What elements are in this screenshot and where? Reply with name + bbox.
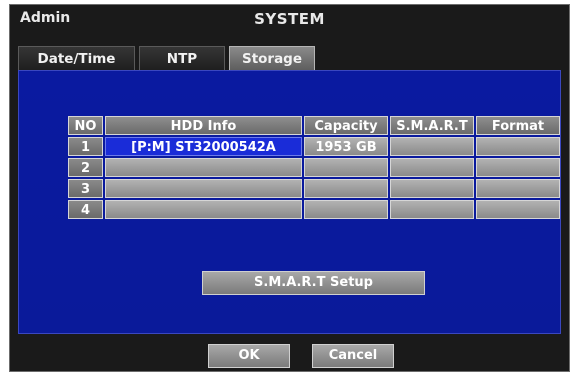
row-number: 2 — [68, 158, 103, 177]
format-cell[interactable] — [476, 200, 560, 219]
column-header-hdd-info: HDD Info — [105, 116, 302, 135]
format-cell[interactable] — [476, 158, 560, 177]
column-header-smart: S.M.A.R.T — [390, 116, 474, 135]
cancel-button[interactable]: Cancel — [312, 344, 394, 368]
tab-storage[interactable]: Storage — [229, 46, 315, 70]
hdd-info-cell[interactable] — [105, 200, 302, 219]
format-cell[interactable] — [476, 137, 560, 156]
hdd-info-cell[interactable] — [105, 158, 302, 177]
system-window: Admin SYSTEM Date/Time NTP Storage NO HD… — [9, 4, 570, 372]
smart-cell[interactable] — [390, 137, 474, 156]
smart-cell[interactable] — [390, 179, 474, 198]
smart-setup-button[interactable]: S.M.A.R.T Setup — [202, 271, 425, 295]
tab-date-time[interactable]: Date/Time — [18, 46, 135, 70]
title-bar: Admin SYSTEM — [10, 5, 569, 35]
row-number: 4 — [68, 200, 103, 219]
storage-panel: NO HDD Info Capacity S.M.A.R.T Format 1 … — [18, 70, 561, 334]
row-number: 1 — [68, 137, 103, 156]
smart-cell[interactable] — [390, 158, 474, 177]
ok-button[interactable]: OK — [208, 344, 290, 368]
capacity-cell — [304, 200, 388, 219]
capacity-cell — [304, 158, 388, 177]
column-header-format: Format — [476, 116, 560, 135]
column-header-capacity: Capacity — [304, 116, 388, 135]
column-header-no: NO — [68, 116, 103, 135]
window-title: SYSTEM — [254, 10, 325, 28]
smart-cell[interactable] — [390, 200, 474, 219]
row-number: 3 — [68, 179, 103, 198]
format-cell[interactable] — [476, 179, 560, 198]
hdd-info-cell[interactable]: [P:M] ST32000542A — [105, 137, 302, 156]
capacity-cell — [304, 179, 388, 198]
tab-ntp[interactable]: NTP — [139, 46, 225, 70]
capacity-cell: 1953 GB — [304, 137, 388, 156]
hdd-info-cell[interactable] — [105, 179, 302, 198]
